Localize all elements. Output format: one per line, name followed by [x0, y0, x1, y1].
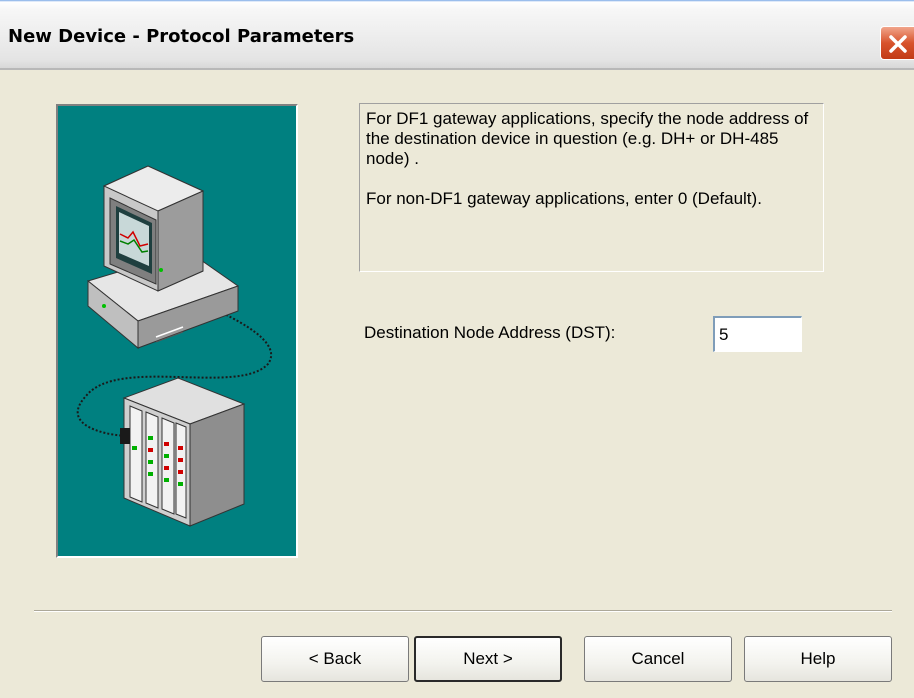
close-icon — [889, 35, 907, 53]
help-button[interactable]: Help — [744, 636, 892, 682]
back-button[interactable]: < Back — [261, 636, 409, 682]
dialog-window: New Device - Protocol Parameters For DF1… — [0, 0, 914, 698]
title-bar-border — [0, 68, 914, 70]
dst-address-input[interactable] — [713, 316, 802, 352]
info-paragraph-gateway: For DF1 gateway applications, specify th… — [366, 109, 809, 168]
cancel-button[interactable]: Cancel — [584, 636, 732, 682]
computer-monitor-icon — [86, 165, 240, 350]
wizard-illustration — [56, 104, 298, 558]
plc-rack-icon — [120, 377, 246, 527]
info-paragraph-non-gateway: For non-DF1 gateway applications, enter … — [366, 189, 762, 208]
button-separator — [34, 610, 892, 612]
window-title: New Device - Protocol Parameters — [8, 26, 355, 47]
next-button[interactable]: Next > — [414, 636, 562, 682]
dst-label: Destination Node Address (DST): — [364, 323, 616, 342]
close-button[interactable] — [880, 26, 914, 60]
info-text-box: For DF1 gateway applications, specify th… — [359, 103, 824, 272]
title-bar[interactable]: New Device - Protocol Parameters — [0, 0, 914, 68]
